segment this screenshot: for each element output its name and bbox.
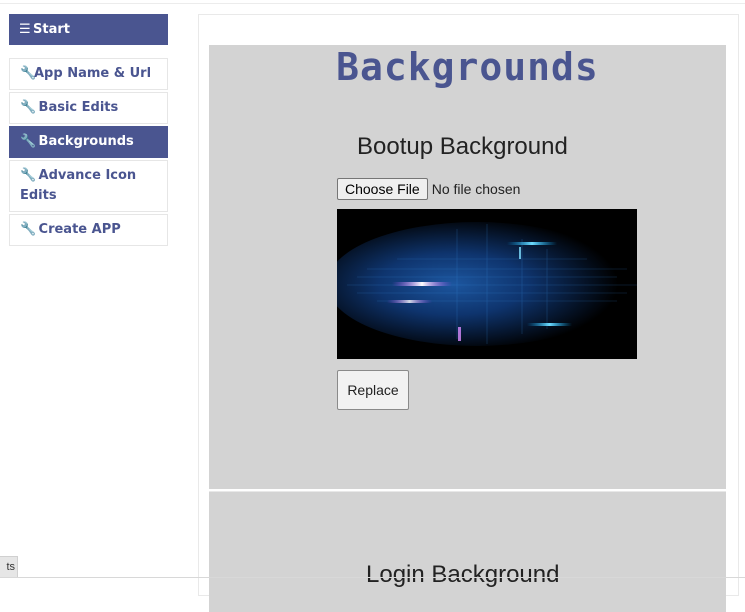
- sidebar-item-label: Advance Icon Edits: [20, 168, 137, 203]
- sidebar-item-create-app[interactable]: 🔧 Create APP: [9, 214, 168, 246]
- sidebar-item-label: Basic Edits: [38, 100, 119, 115]
- bottom-divider: [0, 577, 745, 578]
- wrench-icon: 🔧: [20, 222, 37, 237]
- replace-button[interactable]: Replace: [337, 370, 409, 410]
- wrench-icon: 🔧: [20, 168, 37, 183]
- file-input[interactable]: Choose File No file chosen: [337, 178, 520, 200]
- bootup-background-section: Backgrounds Bootup Background Choose Fil…: [209, 45, 726, 489]
- sidebar-item-label: Create APP: [38, 222, 121, 237]
- sidebar-item-start[interactable]: ☰ Start: [9, 14, 168, 45]
- wrench-icon: 🔧: [20, 100, 37, 115]
- sidebar-item-label: App Name & Url: [34, 66, 152, 81]
- top-divider: [0, 3, 745, 4]
- main-panel: Backgrounds Bootup Background Choose Fil…: [198, 14, 739, 612]
- sidebar-item-label: Start: [33, 22, 70, 37]
- choose-file-button[interactable]: Choose File: [337, 178, 428, 200]
- background-preview-image: [337, 209, 637, 359]
- section-title: Bootup Background: [357, 133, 568, 160]
- page-title: Backgrounds: [336, 45, 599, 89]
- login-background-section: Login Background: [209, 491, 726, 612]
- sidebar-item-advance-icon-edits[interactable]: 🔧 Advance Icon Edits: [9, 160, 168, 212]
- sidebar-item-basic-edits[interactable]: 🔧 Basic Edits: [9, 92, 168, 124]
- sidebar-item-backgrounds[interactable]: 🔧 Backgrounds: [9, 126, 168, 158]
- sidebar-item-app-name-url[interactable]: 🔧App Name & Url: [9, 58, 168, 90]
- corner-tab[interactable]: ts: [0, 556, 18, 578]
- preview-art: [337, 209, 637, 359]
- section-title: Login Background: [366, 561, 560, 588]
- wrench-icon: 🔧: [20, 66, 37, 81]
- file-status: No file chosen: [431, 181, 521, 197]
- sidebar-item-label: Backgrounds: [38, 134, 134, 149]
- wrench-icon: 🔧: [20, 134, 37, 149]
- list-icon: ☰: [19, 22, 31, 37]
